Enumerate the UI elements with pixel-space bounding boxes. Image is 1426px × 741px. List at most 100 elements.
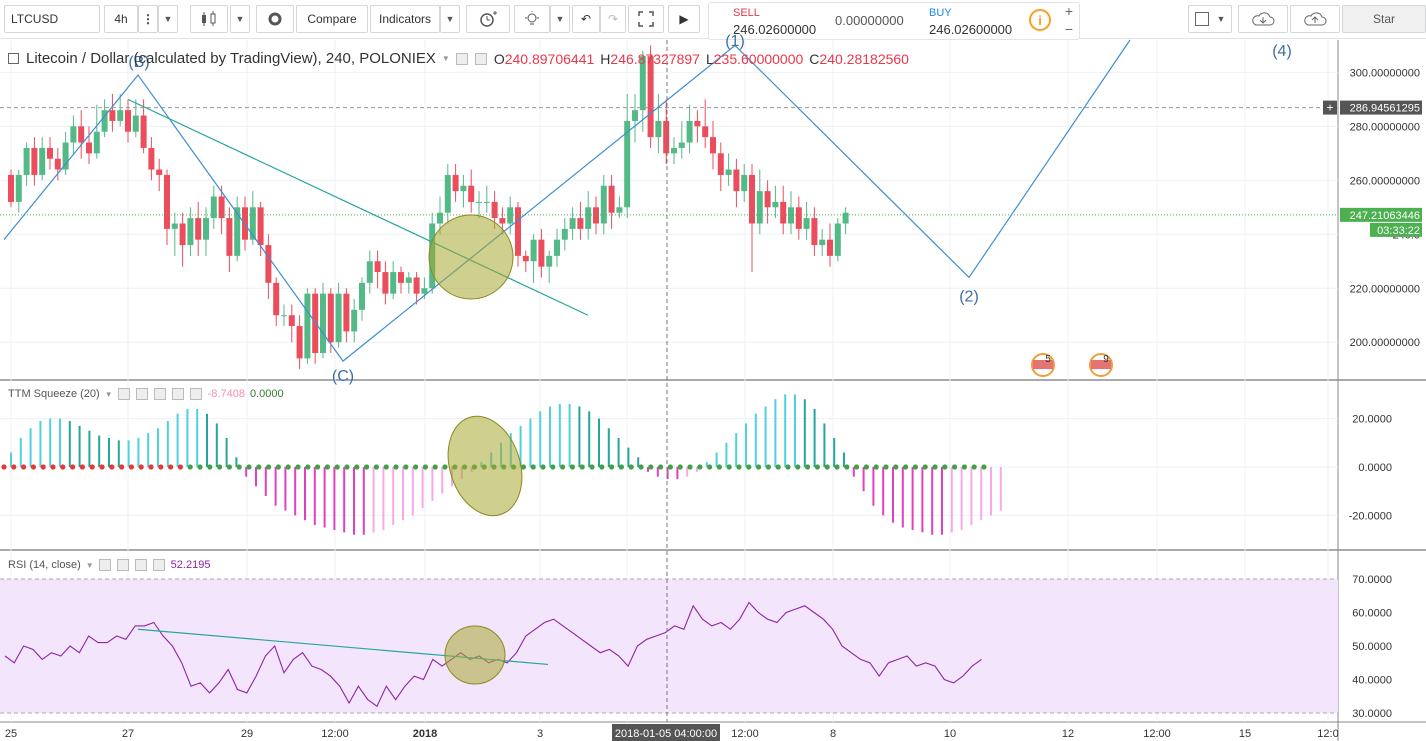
squeeze-dot: [119, 464, 125, 470]
rsi-tick-label: 50.0000: [1352, 641, 1392, 653]
rsi-dropdown-icon[interactable]: ▼: [86, 561, 94, 570]
low-value: 235.60000000: [713, 50, 804, 67]
candle-body: [39, 147, 46, 175]
squeeze-dot: [11, 464, 17, 470]
candle-body: [195, 218, 202, 240]
squeeze-dot: [207, 464, 213, 470]
squeeze-dot: [922, 464, 928, 470]
candle-body: [273, 282, 280, 316]
candle-body: [70, 126, 77, 143]
candle-body: [296, 326, 303, 359]
squeeze-dot: [736, 464, 742, 470]
ttm-close-icon[interactable]: [189, 388, 202, 400]
candle-body: [203, 218, 209, 240]
candle-body: [281, 315, 287, 317]
open-value: 240.89706441: [504, 50, 595, 67]
squeeze-dot: [315, 464, 321, 470]
squeeze-dot: [30, 464, 36, 470]
ttm-source-icon[interactable]: [153, 388, 166, 400]
rsi-close-icon[interactable]: [152, 559, 165, 571]
squeeze-dot: [246, 464, 252, 470]
time-tick-label: 8: [830, 728, 836, 740]
candle-body: [413, 277, 420, 294]
candle-body: [257, 207, 264, 246]
squeeze-dot: [422, 464, 428, 470]
candle-body: [608, 185, 615, 213]
squeeze-dot: [971, 464, 977, 470]
squeeze-dot: [354, 464, 360, 470]
candle-body: [171, 223, 178, 229]
rsi-tick-label: 70.0000: [1352, 574, 1392, 586]
ttm-value-2: 0.0000: [249, 388, 284, 400]
squeeze-dot: [844, 464, 850, 470]
candle-body: [86, 142, 92, 154]
legend-title: Litecoin / Dollar (calculated by Trading…: [26, 50, 436, 67]
legend-eye-icon[interactable]: [455, 52, 468, 65]
candle-body: [546, 255, 553, 267]
candle-body: [577, 218, 584, 229]
squeeze-dot: [109, 464, 115, 470]
squeeze-dot: [226, 464, 232, 470]
ttm-eye-icon[interactable]: [117, 388, 130, 400]
candles-group: [8, 45, 849, 370]
rsi-settings-icon[interactable]: [116, 559, 129, 571]
squeeze-dot: [540, 464, 546, 470]
candle-body: [561, 228, 568, 240]
candle-body: [366, 261, 373, 283]
squeeze-dot: [687, 464, 693, 470]
squeeze-dot: [413, 464, 419, 470]
squeeze-dot: [569, 464, 576, 470]
squeeze-dot: [89, 464, 95, 470]
squeeze-dot: [814, 464, 821, 470]
ttm-settings-icon[interactable]: [135, 388, 148, 400]
rsi-tick-label: 60.0000: [1352, 608, 1392, 620]
squeeze-dot: [589, 464, 595, 470]
squeeze-dot: [324, 464, 330, 470]
candle-body: [834, 223, 841, 256]
candle-body: [343, 293, 350, 332]
candle-body: [405, 277, 412, 283]
candle-body: [819, 239, 826, 246]
squeeze-dot: [177, 464, 183, 470]
ttm-dropdown-icon[interactable]: ▼: [105, 390, 113, 399]
time-tick-label: 12:00: [321, 728, 349, 740]
candle-body: [811, 218, 818, 246]
squeeze-dot: [148, 464, 154, 470]
legend-settings-icon[interactable]: [474, 52, 487, 65]
candle-body: [15, 174, 22, 202]
squeeze-dot: [383, 464, 389, 470]
chart-canvas[interactable]: 300.00000000 280.00000000 260.00000000 240.…: [0, 0, 1426, 741]
time-tick-label: 2018: [413, 728, 437, 740]
time-tick-label: 25: [5, 728, 17, 740]
candle-body: [585, 207, 592, 229]
squeeze-dot: [187, 464, 193, 470]
ttm-add-icon[interactable]: [171, 388, 184, 400]
candle-body: [593, 207, 599, 224]
high-label: H: [600, 50, 611, 67]
candle-body: [452, 174, 459, 192]
collapse-legend-icon[interactable]: [8, 53, 19, 64]
squeeze-dot: [432, 464, 438, 470]
ttm-tick-label: 0.0000: [1358, 462, 1392, 474]
squeeze-dot: [168, 464, 174, 470]
legend-dropdown-icon[interactable]: ▼: [442, 54, 450, 63]
squeeze-dot: [952, 464, 958, 470]
ttm-tick-label: 20.0000: [1352, 414, 1392, 426]
squeeze-dot: [393, 464, 399, 470]
squeeze-dot: [305, 464, 311, 470]
squeeze-dot: [707, 464, 713, 470]
squeeze-dot: [236, 464, 242, 470]
time-tick-label: 29: [241, 728, 253, 740]
rsi-eye-icon[interactable]: [98, 559, 111, 571]
rsi-add-icon[interactable]: [134, 559, 147, 571]
candle-body: [140, 115, 147, 148]
candle-body: [31, 147, 38, 175]
rsi-tick-label: 30.0000: [1352, 708, 1392, 720]
squeeze-dot: [609, 464, 615, 470]
candle-body: [616, 207, 623, 213]
squeeze-dot: [765, 464, 772, 470]
squeeze-dot: [70, 464, 76, 470]
squeeze-dot: [795, 464, 801, 470]
candle-body: [725, 169, 732, 175]
squeeze-dot: [903, 464, 909, 470]
